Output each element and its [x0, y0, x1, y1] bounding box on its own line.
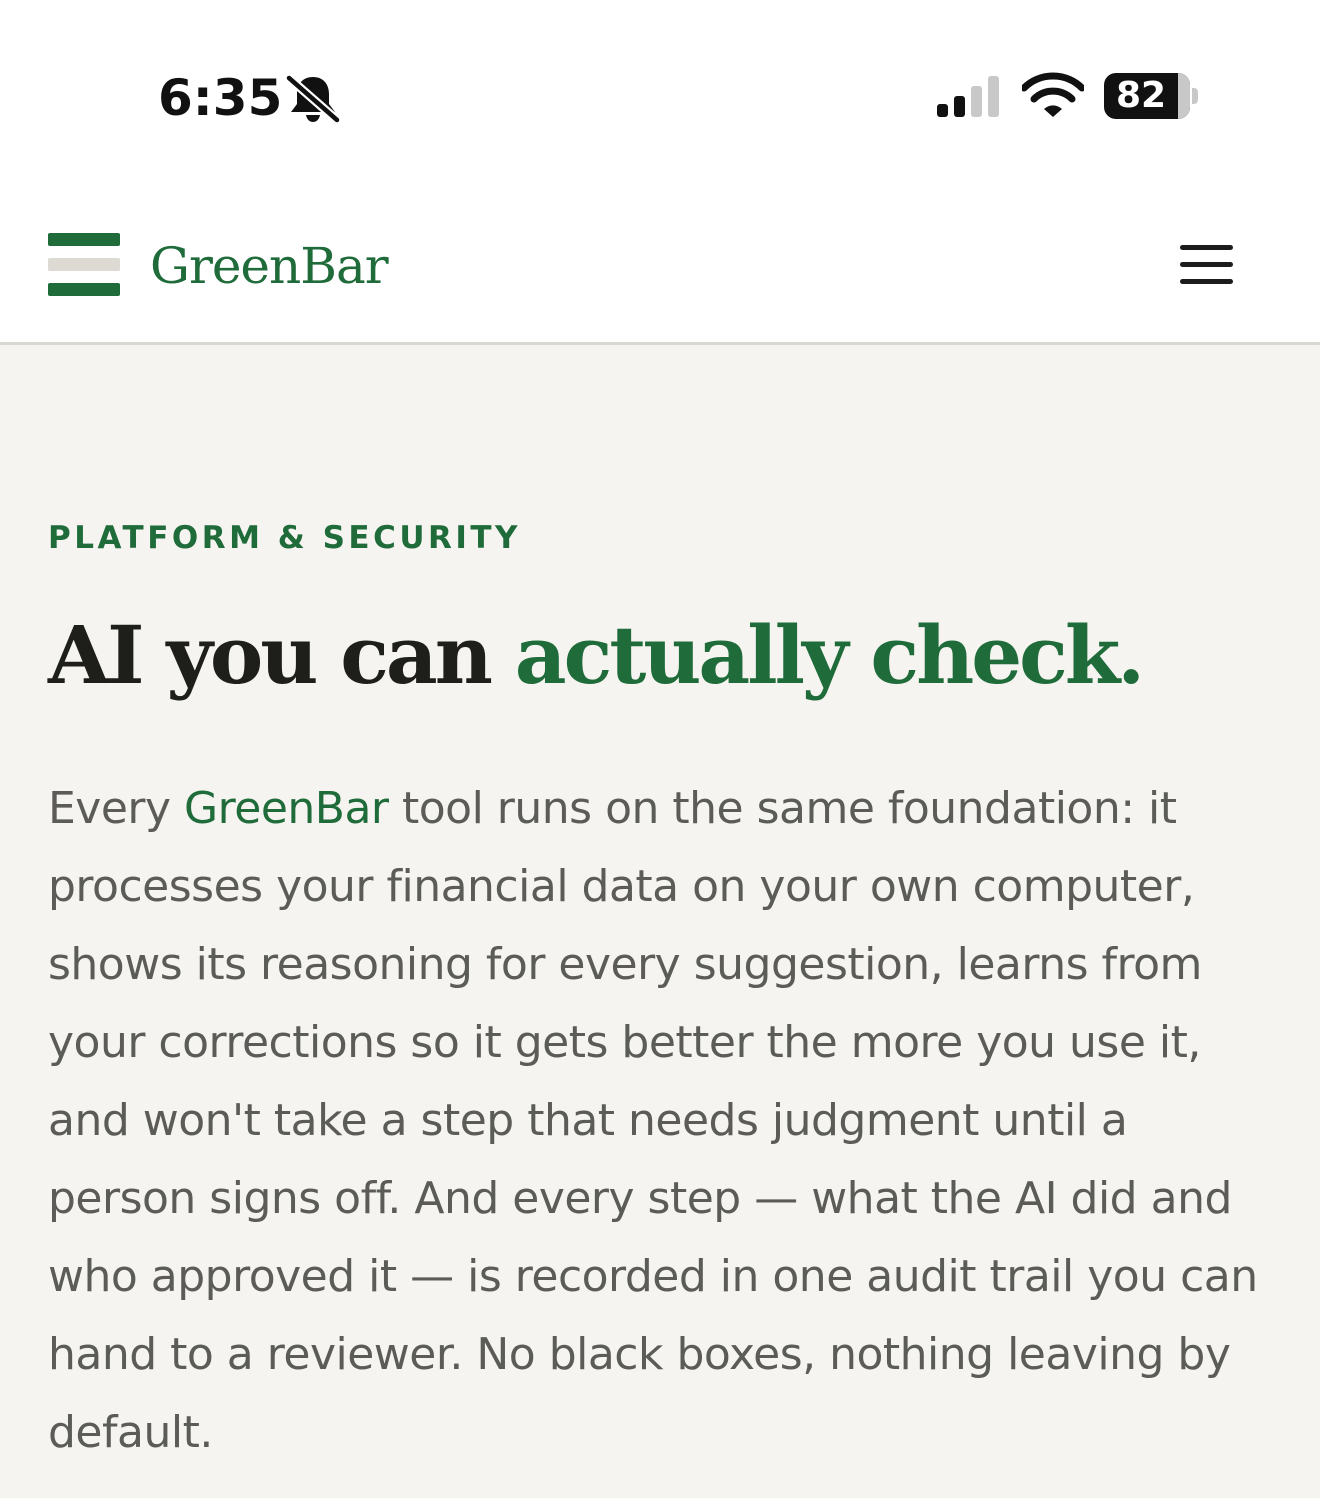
battery-icon: 82	[1104, 73, 1190, 119]
bell-slash-icon	[284, 73, 342, 124]
logo-bar-bottom	[48, 283, 120, 296]
hamburger-menu-button[interactable]	[1172, 240, 1240, 290]
body-brand-name: GreenBar	[184, 783, 389, 834]
logo-bar-top	[48, 233, 120, 246]
battery-level: 82	[1115, 75, 1167, 116]
battery-empty-segment	[1178, 73, 1190, 119]
body-text-rest: tool runs on the same foundation: it pro…	[48, 783, 1258, 1458]
site-header: GreenBar	[0, 196, 1320, 345]
headline-accent: actually check.	[514, 608, 1145, 702]
body-text-start: Every	[48, 783, 185, 834]
hero-headline: AI you can actually check.	[48, 600, 1145, 710]
hamburger-menu-icon-line	[1180, 279, 1233, 284]
wifi-icon	[1022, 72, 1084, 117]
status-time: 6:35	[158, 69, 283, 127]
hero-body-copy: Every GreenBar tool runs on the same fou…	[48, 770, 1278, 1472]
hamburger-menu-icon-line	[1180, 262, 1233, 267]
brand-name[interactable]: GreenBar	[150, 234, 389, 298]
headline-main: AI you can	[48, 608, 515, 702]
cellular-signal-icon	[937, 76, 999, 117]
battery-nub	[1192, 88, 1198, 104]
hamburger-menu-icon-line	[1180, 245, 1233, 250]
section-eyebrow: PLATFORM & SECURITY	[48, 520, 521, 556]
logo-bar-middle	[48, 258, 120, 271]
greenbar-logo-icon[interactable]	[48, 233, 120, 296]
status-bar: 6:35 82	[0, 0, 1320, 196]
